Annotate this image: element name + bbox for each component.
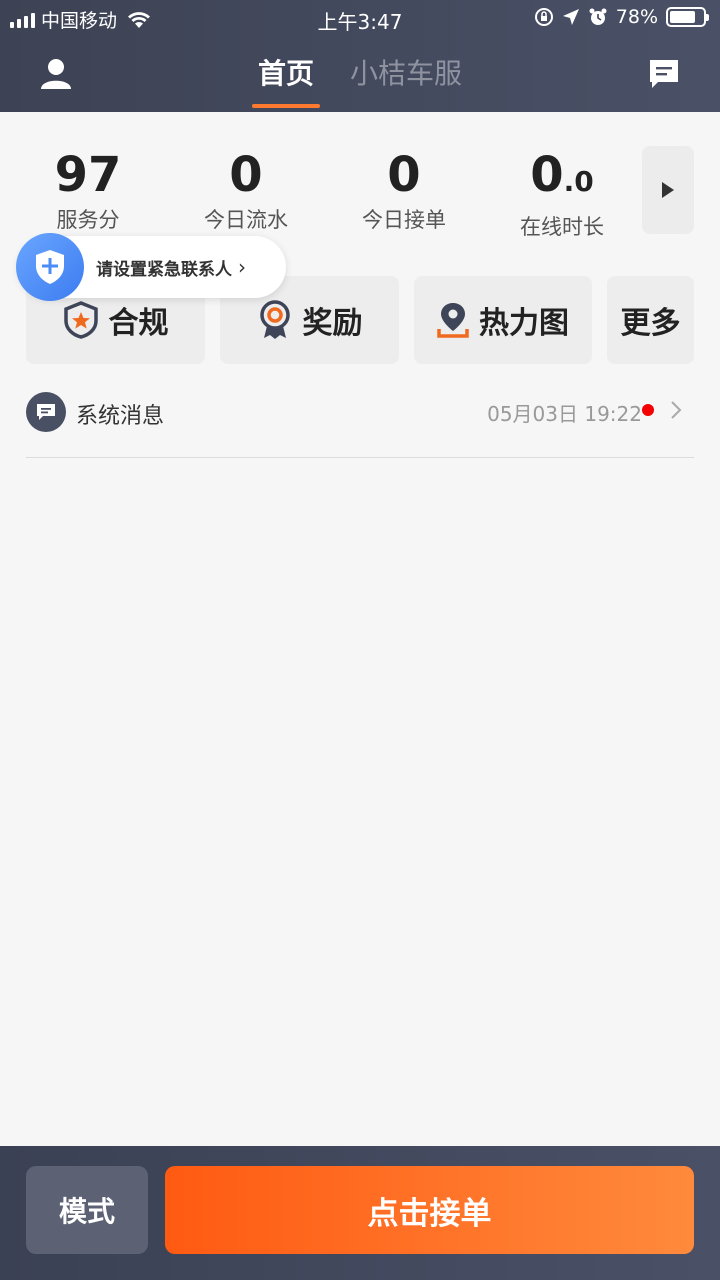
system-message-icon [26,392,66,432]
unread-dot [642,404,654,416]
today-flow-value: 0 [229,147,263,203]
stats-expand-button[interactable] [642,146,694,234]
heatmap-label: 热力图 [479,306,569,341]
online-time-decimal: .0 [563,165,594,198]
status-bar: 中国移动 上午3:47 78% [0,0,720,36]
stat-today-flow[interactable]: 0 今日流水 [176,148,316,234]
nav-tabs: 首页 小桔车服 [0,52,720,108]
status-right: 78% [534,6,709,28]
battery-icon [666,7,709,27]
play-arrow-icon [662,182,674,198]
stats-row: 97 服务分 0 今日流水 0 今日接单 0.0 在线时长 [0,140,720,240]
reward-medal-icon [259,300,290,339]
chevron-right-icon: › [238,255,246,279]
compliance-shield-icon [63,301,98,339]
rotation-lock-icon [534,8,553,26]
battery-percent: 78% [615,6,658,28]
reward-label: 奖励 [302,306,363,341]
location-arrow-icon [562,9,579,25]
compliance-label: 合规 [108,306,169,341]
service-score-label: 服务分 [56,208,120,232]
alarm-icon [589,8,607,25]
online-time-int: 0 [530,147,564,203]
system-message-time: 05月03日 19:22 [487,402,642,426]
accept-orders-button[interactable]: 点击接单 [165,1166,694,1254]
chevron-right-icon [671,401,682,419]
online-time-label: 在线时长 [520,215,604,239]
top-header: 中国移动 上午3:47 78% 首页 小桔车服 [0,0,720,112]
today-flow-label: 今日流水 [204,208,288,232]
heatmap-button[interactable]: 热力图 [414,276,592,364]
tab-car-service[interactable]: 小桔车服 [350,52,462,108]
more-label: 更多 [620,306,681,341]
more-button[interactable]: 更多 [607,276,694,364]
shield-plus-icon [36,250,64,284]
stat-today-orders[interactable]: 0 今日接单 [334,148,474,234]
emergency-contact-banner[interactable]: 请设置紧急联系人 › [16,233,286,301]
emergency-shield-badge [16,233,84,301]
emergency-contact-text: 请设置紧急联系人 [96,259,232,280]
heatmap-pin-icon [437,303,469,338]
service-score-value: 97 [54,147,122,203]
online-time-value: 0.0 [492,148,632,209]
stat-service-score[interactable]: 97 服务分 [18,148,158,234]
system-message-row[interactable]: 系统消息 05月03日 19:22 [26,390,694,458]
bottom-action-bar: 模式 点击接单 [0,1146,720,1280]
chat-bubble-icon [37,404,55,420]
today-orders-label: 今日接单 [362,208,446,232]
system-message-title: 系统消息 [76,404,165,429]
stat-online-time[interactable]: 0.0 在线时长 [492,148,632,241]
message-icon[interactable] [646,56,682,92]
today-orders-value: 0 [387,147,421,203]
tab-home[interactable]: 首页 [251,52,321,108]
mode-button[interactable]: 模式 [26,1166,148,1254]
